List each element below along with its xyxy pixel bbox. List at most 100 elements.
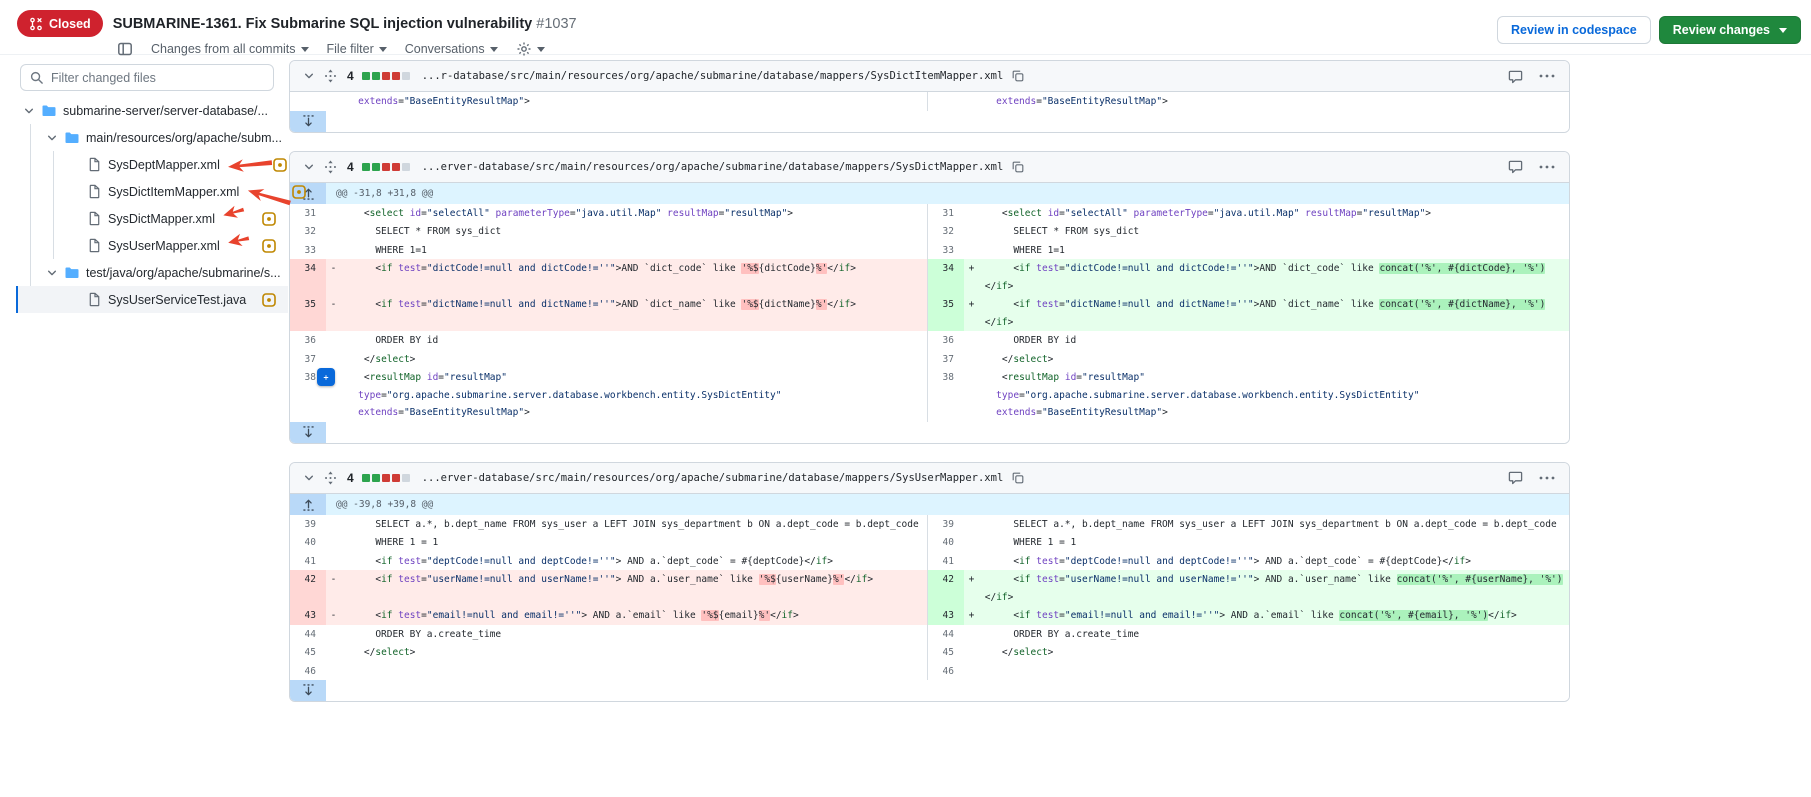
diffstat-square xyxy=(372,474,380,482)
tree-folder-test-java-org-apache-submarine-s-[interactable]: test/java/org/apache/submarine/s... xyxy=(16,259,288,286)
line-number[interactable]: 33 xyxy=(290,241,326,260)
sidebar-item-sysdictitemmapper-xml[interactable]: SysDictItemMapper.xml xyxy=(16,178,288,205)
chevron-down-icon[interactable] xyxy=(45,131,61,145)
line-number[interactable]: 33 xyxy=(927,241,964,260)
expand-down-gutter[interactable] xyxy=(290,680,326,701)
line-number[interactable]: 40 xyxy=(927,533,964,552)
status-label: Closed xyxy=(49,17,91,31)
line-number[interactable]: 35 xyxy=(290,295,326,331)
changes-from-menu[interactable]: Changes from all commits xyxy=(151,42,309,56)
expand-row-body xyxy=(326,422,1569,443)
line-number[interactable]: 40 xyxy=(290,533,326,552)
expand-up-icon[interactable] xyxy=(302,497,315,512)
drag-handle-icon[interactable] xyxy=(324,471,337,485)
diff-sign xyxy=(326,92,341,111)
drag-handle-icon[interactable] xyxy=(324,69,337,83)
diff-settings-menu[interactable] xyxy=(516,41,545,57)
expand-down-gutter[interactable] xyxy=(290,111,326,132)
line-number[interactable]: 44 xyxy=(927,625,964,644)
line-number[interactable]: 31 xyxy=(927,204,964,223)
line-number[interactable]: 36 xyxy=(290,331,326,350)
line-number[interactable]: 41 xyxy=(290,552,326,571)
tree-folder-submarine-server-server-database-[interactable]: submarine-server/server-database/... xyxy=(16,97,288,124)
panel-header-actions xyxy=(1508,470,1555,485)
diff-panels: 4...r-database/src/main/resources/org/ap… xyxy=(288,55,1570,720)
line-number[interactable]: 46 xyxy=(927,662,964,681)
line-number[interactable]: 32 xyxy=(290,222,326,241)
kebab-menu-icon[interactable] xyxy=(1539,476,1555,480)
sidebar-item-sysusermapper-xml[interactable]: SysUserMapper.xml xyxy=(16,232,288,259)
review-in-codespace-button[interactable]: Review in codespace xyxy=(1497,16,1651,44)
code-line: WHERE 1 = 1 xyxy=(341,533,927,552)
code-line: ORDER BY a.create_time xyxy=(979,625,1569,644)
header-actions: Review in codespace Review changes xyxy=(1497,16,1801,44)
review-changes-button[interactable]: Review changes xyxy=(1659,16,1801,44)
line-number[interactable]: 39 xyxy=(927,515,964,534)
line-number[interactable]: 34 xyxy=(290,259,326,295)
tree-folder-main-resources-org-apache-subm-[interactable]: main/resources/org/apache/subm... xyxy=(16,124,288,151)
line-number[interactable]: 39 xyxy=(290,515,326,534)
line-number[interactable]: 34 xyxy=(927,259,964,295)
copy-path-icon[interactable] xyxy=(1011,69,1025,83)
code-line: SELECT * FROM sys_dict xyxy=(979,222,1569,241)
drag-handle-icon[interactable] xyxy=(324,160,337,174)
sidebar-item-sysdictmapper-xml[interactable]: SysDictMapper.xml xyxy=(16,205,288,232)
expand-down-icon[interactable] xyxy=(302,425,315,440)
line-number[interactable]: 42 xyxy=(290,570,326,606)
expand-hunk-gutter[interactable] xyxy=(290,494,326,515)
kebab-menu-icon[interactable] xyxy=(1539,74,1555,78)
line-number[interactable]: 38 xyxy=(927,368,964,422)
hunk-row: @@ -31,8 +31,8 @@ xyxy=(290,183,1569,204)
filter-changed-files-input[interactable] xyxy=(20,64,274,91)
chevron-down-icon[interactable] xyxy=(45,266,61,280)
line-number[interactable]: 46 xyxy=(290,662,326,681)
copy-path-icon[interactable] xyxy=(1011,160,1025,174)
line-number[interactable]: 37 xyxy=(927,350,964,369)
kebab-menu-icon[interactable] xyxy=(1539,165,1555,169)
tree-item-label: SysUserMapper.xml xyxy=(108,239,220,253)
diffstat-square xyxy=(372,72,380,80)
line-number[interactable]: 44 xyxy=(290,625,326,644)
line-number[interactable]: 36 xyxy=(927,331,964,350)
files-sidebar: submarine-server/server-database/...main… xyxy=(0,55,288,313)
collapse-file-icon[interactable] xyxy=(302,471,316,485)
line-number[interactable]: 45 xyxy=(927,643,964,662)
file-path: ...erver-database/src/main/resources/org… xyxy=(422,161,1004,173)
line-number[interactable]: 43 xyxy=(927,606,964,625)
line-number[interactable]: 32 xyxy=(927,222,964,241)
panel-header-actions xyxy=(1508,69,1555,84)
expand-down-icon[interactable] xyxy=(302,683,315,698)
chevron-down-icon[interactable] xyxy=(22,104,38,118)
add-comment-button[interactable] xyxy=(317,368,335,386)
file-icon xyxy=(87,157,102,172)
diff-row: 46 46 xyxy=(290,662,1569,681)
line-number[interactable]: 42 xyxy=(927,570,964,606)
caret-down-icon xyxy=(301,47,309,52)
diffstat-square xyxy=(402,163,410,171)
comment-icon[interactable] xyxy=(1508,470,1523,485)
caret-down-icon xyxy=(537,47,545,52)
expand-down-gutter[interactable] xyxy=(290,422,326,443)
diffstat-square xyxy=(402,474,410,482)
diff-row: 36 ORDER BY id36 ORDER BY id xyxy=(290,331,1569,350)
collapse-file-icon[interactable] xyxy=(302,160,316,174)
collapse-file-icon[interactable] xyxy=(302,69,316,83)
sidebar-item-sysdeptmapper-xml[interactable]: SysDeptMapper.xml xyxy=(16,151,288,178)
conversations-menu[interactable]: Conversations xyxy=(405,42,498,56)
copy-path-icon[interactable] xyxy=(1011,471,1025,485)
code-line: </select> xyxy=(341,350,927,369)
comment-icon[interactable] xyxy=(1508,69,1523,84)
expand-down-icon[interactable] xyxy=(302,114,315,129)
file-filter-menu[interactable]: File filter xyxy=(327,42,387,56)
line-number[interactable]: 41 xyxy=(927,552,964,571)
code-line: WHERE 1 = 1 xyxy=(979,533,1569,552)
line-number[interactable]: 43 xyxy=(290,606,326,625)
comment-icon[interactable] xyxy=(1508,159,1523,174)
line-number[interactable]: 31 xyxy=(290,204,326,223)
line-number[interactable]: 35 xyxy=(927,295,964,331)
diff-sign xyxy=(326,643,341,662)
code-line: <if test="email!=null and email!=''"> AN… xyxy=(341,606,927,625)
line-number[interactable]: 45 xyxy=(290,643,326,662)
line-number[interactable]: 37 xyxy=(290,350,326,369)
sidebar-item-sysuserservicetest-java[interactable]: SysUserServiceTest.java xyxy=(16,286,288,313)
